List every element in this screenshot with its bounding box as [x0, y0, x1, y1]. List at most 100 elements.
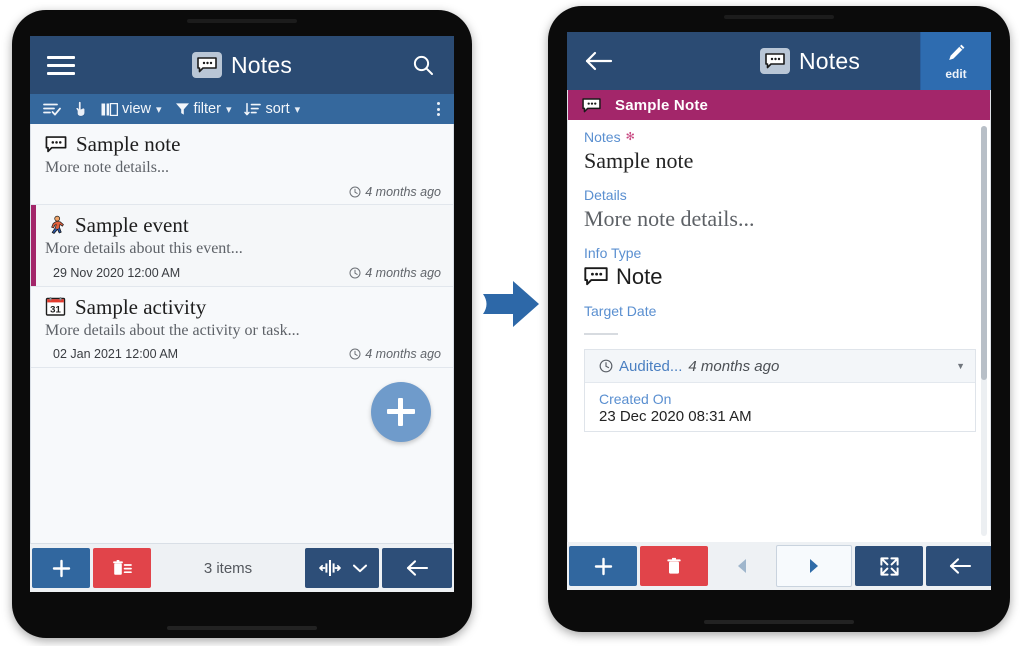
arrow-right-icon: [483, 278, 541, 330]
list-item-ago: 4 months ago: [349, 185, 441, 199]
list-item-title-row: Sample note: [45, 132, 441, 156]
list-item-ago-text: 4 months ago: [365, 184, 441, 199]
back-button[interactable]: [926, 546, 991, 586]
audit-label: Audited...: [619, 357, 683, 375]
detail-scrollbar[interactable]: [981, 126, 987, 536]
split-view-button[interactable]: [305, 548, 379, 588]
field-details[interactable]: Details More note details...: [584, 187, 990, 232]
hamburger-icon: [47, 55, 75, 75]
audit-ago: 4 months ago: [688, 357, 780, 375]
delete-button[interactable]: [93, 548, 151, 588]
record-title-bar: Sample Note: [568, 90, 990, 120]
prev-record-button[interactable]: [711, 546, 773, 586]
chevron-down-icon: ▾: [156, 103, 162, 116]
record-fields: Notes ✻ Sample note Details More note de…: [568, 120, 990, 542]
list-bottom-bar: 3 items: [30, 544, 454, 592]
search-icon: [411, 53, 435, 77]
field-target-date[interactable]: Target Date: [584, 303, 990, 335]
trash-list-icon: [111, 559, 133, 578]
list-item-subtitle: More note details...: [45, 159, 169, 177]
field-label: Target Date: [584, 303, 990, 321]
phone-speaker: [724, 15, 834, 19]
delete-button[interactable]: [640, 546, 708, 586]
svg-text:31: 31: [50, 305, 61, 316]
comparison-stage: Notes view ▾ filter ▾ sort ▾ Sample note…: [0, 0, 1020, 646]
field-value-row: Note: [584, 264, 990, 290]
phone-frame-list: Notes view ▾ filter ▾ sort ▾ Sample note…: [12, 10, 472, 638]
audit-field-label: Created On: [599, 391, 672, 407]
list-item-title: Sample event: [75, 213, 189, 238]
chevron-down-icon: ▼: [956, 361, 965, 371]
field-notes[interactable]: Notes ✻ Sample note: [584, 129, 990, 174]
list-item-meta: 29 Nov 2020 12:00 AM 4 months ago: [45, 265, 441, 282]
split-view-icon: [318, 559, 342, 577]
search-button[interactable]: [392, 53, 454, 77]
chevron-down-icon: ▾: [225, 103, 232, 116]
clock-icon: [349, 348, 361, 360]
menu-button[interactable]: [30, 55, 92, 75]
field-label: Notes ✻: [584, 129, 990, 147]
required-asterisk-icon: ✻: [625, 131, 635, 144]
pencil-icon: [945, 42, 967, 64]
clock-icon: [349, 267, 361, 279]
add-button[interactable]: [569, 546, 637, 586]
field-label: Details: [584, 187, 990, 205]
arrow-left-icon: [948, 557, 972, 575]
audit-header[interactable]: Audited... 4 months ago ▼: [585, 350, 975, 383]
list-item-date: 29 Nov 2020 12:00 AM: [53, 266, 181, 281]
detail-screen: Notes edit Sample Note Notes ✻ Sample no…: [567, 32, 991, 590]
plus-icon: [52, 559, 71, 578]
edit-button[interactable]: edit: [920, 32, 991, 90]
sort-menu-button[interactable]: sort ▾: [239, 94, 305, 124]
kebab-menu-icon[interactable]: [431, 102, 446, 116]
filter-menu-button[interactable]: filter ▾: [170, 94, 237, 124]
expand-button[interactable]: [855, 546, 923, 586]
add-record-fab[interactable]: [371, 381, 431, 442]
list-item-title: Sample activity: [75, 294, 207, 319]
list-item[interactable]: Sample event More details about this eve…: [31, 205, 453, 287]
notes-list: Sample note More note details... 4 month…: [30, 124, 454, 544]
note-bubble-icon: [191, 52, 222, 78]
phone-speaker: [187, 19, 297, 23]
record-detail-body: Sample Note Notes ✻ Sample note Details: [567, 90, 991, 542]
list-item[interactable]: Sample note More note details... 4 month…: [31, 124, 453, 206]
audit-row: Created On 23 Dec 2020 08:31 AM: [585, 383, 975, 431]
sort-icon: [244, 102, 262, 116]
note-bubble-icon: [582, 97, 601, 113]
arrow-left-icon: [583, 50, 613, 72]
field-label-text: Details: [584, 187, 627, 203]
clock-icon: [599, 359, 613, 373]
select-rows-button[interactable]: [38, 94, 66, 124]
list-item[interactable]: 31 Sample activity More details about th…: [31, 286, 453, 368]
sort-label: sort: [265, 101, 290, 117]
plus-icon: [594, 557, 613, 576]
touch-pointer-icon: [74, 101, 88, 117]
detail-back-button[interactable]: [567, 50, 629, 72]
field-label-text: Notes: [584, 129, 621, 145]
list-app-header: Notes: [30, 36, 454, 94]
chevron-down-icon: [352, 564, 367, 573]
list-item-ago: 4 months ago: [349, 347, 441, 361]
field-info-type[interactable]: Info Type Note: [584, 245, 990, 290]
audit-field-value: 23 Dec 2020 08:31 AM: [599, 408, 752, 425]
columns-icon: [101, 102, 118, 116]
list-item-ago-text: 4 months ago: [365, 266, 441, 281]
calendar-31-icon: 31: [45, 296, 66, 317]
list-item-title-row: 31 Sample activity: [45, 295, 441, 319]
touch-select-button[interactable]: [69, 94, 93, 124]
back-button[interactable]: [382, 548, 452, 588]
next-record-button[interactable]: [776, 545, 852, 587]
scrollbar-thumb[interactable]: [981, 126, 987, 381]
plus-icon: [387, 397, 415, 426]
select-rows-icon: [43, 102, 61, 116]
detail-app-header: Notes edit: [567, 32, 991, 90]
view-menu-button[interactable]: view ▾: [96, 94, 167, 124]
add-button[interactable]: [32, 548, 90, 588]
field-label-text: Target Date: [584, 302, 657, 319]
note-bubble-icon: [759, 48, 790, 74]
list-empty-area: [31, 367, 453, 543]
list-toolbar: view ▾ filter ▾ sort ▾: [30, 94, 454, 124]
triangle-left-icon: [734, 557, 750, 575]
audit-section: Audited... 4 months ago ▼ Created On 23 …: [584, 349, 976, 432]
row-accent-bar: [31, 205, 36, 286]
